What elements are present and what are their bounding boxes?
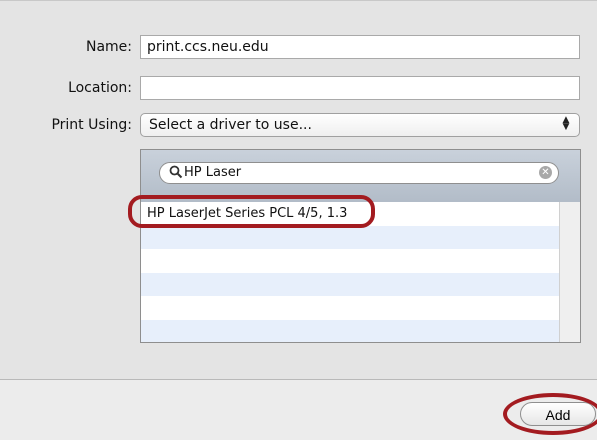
search-query: HP Laser [184, 165, 242, 180]
list-item[interactable] [141, 225, 561, 249]
location-label: Location: [68, 80, 132, 96]
highlight-annotation-add [503, 393, 597, 435]
list-item[interactable] [141, 249, 561, 273]
list-item[interactable] [141, 296, 561, 320]
search-icon [169, 165, 183, 179]
clear-search-icon[interactable]: ✕ [539, 166, 552, 179]
driver-search-field[interactable]: HP Laser ✕ [159, 162, 559, 184]
print-using-label: Print Using: [51, 117, 132, 133]
list-item[interactable] [141, 319, 561, 342]
driver-select-value: Select a driver to use... [149, 117, 312, 133]
list-item[interactable] [141, 272, 561, 296]
location-field[interactable] [140, 76, 580, 100]
driver-select[interactable]: Select a driver to use... ▲ ▼ [140, 113, 580, 137]
name-field[interactable]: print.ccs.neu.edu [140, 35, 580, 59]
select-stepper-icon: ▲ ▼ [562, 115, 570, 132]
name-label: Name: [85, 39, 132, 55]
driver-list[interactable]: HP Laser ✕ HP LaserJet Series PCL 4/5, 1… [140, 149, 581, 343]
add-printer-panel: Name: print.ccs.neu.edu Location: Print … [0, 0, 597, 380]
highlight-annotation-driver [128, 195, 375, 228]
vertical-scrollbar[interactable] [559, 202, 580, 342]
